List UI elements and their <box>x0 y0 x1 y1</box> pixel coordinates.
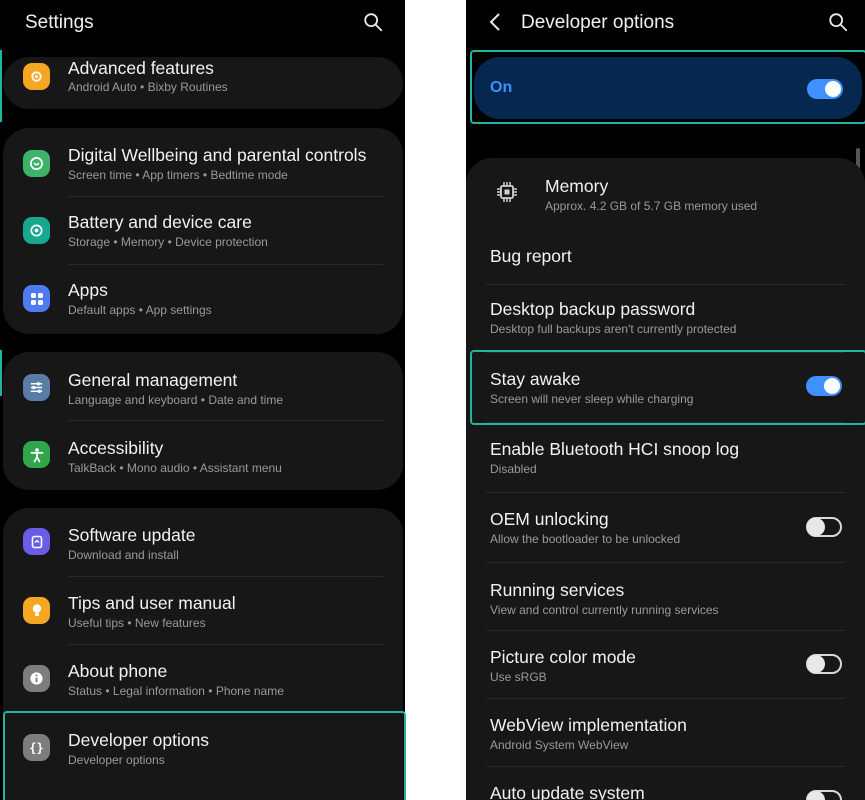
dev-item-stay-awake[interactable]: Stay awake Screen will never sleep while… <box>466 352 865 422</box>
chip-icon <box>497 182 517 202</box>
item-subtitle: Download and install <box>68 548 179 562</box>
page-title: Developer options <box>521 12 675 33</box>
item-subtitle: Useful tips • New features <box>68 616 206 630</box>
item-title: Developer options <box>68 730 210 750</box>
dev-item-desktop-backup-password[interactable]: Desktop backup password Desktop full bac… <box>466 284 865 352</box>
dev-item-auto-update-system[interactable]: Auto update system <box>466 766 865 800</box>
item-subtitle: TalkBack • Mono audio • Assistant menu <box>68 461 282 475</box>
item-title: Battery and device care <box>68 212 252 232</box>
device-care-icon <box>23 217 50 244</box>
developer-header: Developer options <box>466 0 865 45</box>
item-title: Running services <box>490 580 625 600</box>
item-subtitle: Default apps • App settings <box>68 303 212 317</box>
item-subtitle: Allow the bootloader to be unlocked <box>490 532 681 546</box>
item-title: About phone <box>68 661 168 681</box>
item-subtitle: Desktop full backups aren't currently pr… <box>490 322 737 336</box>
settings-item-digital-wellbeing[interactable]: Digital Wellbeing and parental controls … <box>3 128 403 196</box>
item-title: Picture color mode <box>490 647 636 667</box>
dev-item-picture-color-mode[interactable]: Picture color mode Use sRGB <box>466 630 865 698</box>
item-title: Stay awake <box>490 369 581 389</box>
item-subtitle: Disabled <box>490 462 537 476</box>
dev-item-oem-unlocking[interactable]: OEM unlocking Allow the bootloader to be… <box>466 492 865 562</box>
developer-braces-icon: {} <box>23 734 50 761</box>
dev-item-bug-report[interactable]: Bug report <box>466 228 865 284</box>
auto-update-toggle[interactable] <box>806 790 842 800</box>
highlight-edge <box>0 50 2 122</box>
item-subtitle: Screen time • App timers • Bedtime mode <box>68 168 288 182</box>
back-arrow-icon[interactable] <box>488 12 502 32</box>
page-title: Settings <box>25 12 94 33</box>
item-title: Accessibility <box>68 438 164 458</box>
developer-options-list: Memory Approx. 4.2 GB of 5.7 GB memory u… <box>466 158 865 800</box>
settings-item-about-phone[interactable]: About phone Status • Legal information •… <box>3 644 403 712</box>
master-switch-label: On <box>490 79 513 96</box>
info-icon <box>23 665 50 692</box>
master-toggle[interactable] <box>807 79 843 99</box>
item-title: Advanced features <box>68 58 214 78</box>
settings-item-tips[interactable]: Tips and user manual Useful tips • New f… <box>3 576 403 644</box>
item-subtitle: Storage • Memory • Device protection <box>68 235 268 249</box>
accessibility-icon <box>23 441 50 468</box>
settings-card-advanced: Advanced features Android Auto • Bixby R… <box>3 57 403 109</box>
settings-item-accessibility[interactable]: Accessibility TalkBack • Mono audio • As… <box>3 420 403 490</box>
item-title: Auto update system <box>490 783 645 800</box>
dev-item-webview-implementation[interactable]: WebView implementation Android System We… <box>466 698 865 766</box>
settings-card-general: General management Language and keyboard… <box>3 352 403 490</box>
item-title: Enable Bluetooth HCI snoop log <box>490 439 740 459</box>
settings-screen: Settings Advanced features Android Auto … <box>0 0 405 800</box>
item-subtitle: Screen will never sleep while charging <box>490 392 694 406</box>
master-switch-bar[interactable]: On <box>474 57 862 119</box>
apps-grid-icon <box>23 285 50 312</box>
settings-card-wellbeing: Digital Wellbeing and parental controls … <box>3 128 403 334</box>
settings-item-software-update[interactable]: Software update Download and install <box>3 508 403 576</box>
dev-item-memory[interactable]: Memory Approx. 4.2 GB of 5.7 GB memory u… <box>466 158 865 228</box>
item-title: WebView implementation <box>490 715 687 735</box>
item-subtitle: Status • Legal information • Phone name <box>68 684 284 698</box>
lightbulb-icon <box>23 597 50 624</box>
item-title: Tips and user manual <box>68 593 236 613</box>
item-subtitle: View and control currently running servi… <box>490 603 719 617</box>
item-subtitle: Use sRGB <box>490 670 547 684</box>
stay-awake-toggle[interactable] <box>806 376 842 396</box>
gear-plus-icon <box>23 63 50 90</box>
oem-unlocking-toggle[interactable] <box>806 517 842 537</box>
wellbeing-icon <box>23 150 50 177</box>
settings-item-advanced-features[interactable]: Advanced features Android Auto • Bixby R… <box>3 57 403 109</box>
search-icon[interactable] <box>362 11 384 33</box>
item-title: Apps <box>68 280 108 300</box>
settings-item-general-management[interactable]: General management Language and keyboard… <box>3 352 403 420</box>
settings-item-apps[interactable]: Apps Default apps • App settings <box>3 264 403 334</box>
item-subtitle: Android Auto • Bixby Routines <box>68 80 228 94</box>
item-title: General management <box>68 370 238 390</box>
dev-item-bluetooth-hci-snoop-log[interactable]: Enable Bluetooth HCI snoop log Disabled <box>466 422 865 492</box>
search-icon[interactable] <box>827 11 849 33</box>
dev-item-running-services[interactable]: Running services View and control curren… <box>466 562 865 630</box>
settings-item-battery[interactable]: Battery and device care Storage • Memory… <box>3 196 403 264</box>
settings-card-about: Software update Download and install Tip… <box>3 508 403 800</box>
item-title: Desktop backup password <box>490 299 696 319</box>
item-subtitle: Approx. 4.2 GB of 5.7 GB memory used <box>545 199 758 213</box>
item-subtitle: Language and keyboard • Date and time <box>68 393 284 407</box>
item-title: Bug report <box>490 246 572 266</box>
item-title: Digital Wellbeing and parental controls <box>68 145 367 165</box>
item-title: Software update <box>68 525 196 545</box>
sliders-icon <box>23 374 50 401</box>
software-update-icon <box>23 528 50 555</box>
highlight-edge <box>0 350 2 396</box>
item-title: OEM unlocking <box>490 509 609 529</box>
picture-color-mode-toggle[interactable] <box>806 654 842 674</box>
item-subtitle: Developer options <box>68 753 165 767</box>
settings-item-developer-options[interactable]: {} Developer options Developer options <box>3 712 403 782</box>
developer-options-screen: Developer options On Memory Approx. 4.2 … <box>466 0 865 800</box>
settings-header: Settings <box>0 0 405 45</box>
item-title: Memory <box>545 176 609 196</box>
item-subtitle: Android System WebView <box>490 738 629 752</box>
